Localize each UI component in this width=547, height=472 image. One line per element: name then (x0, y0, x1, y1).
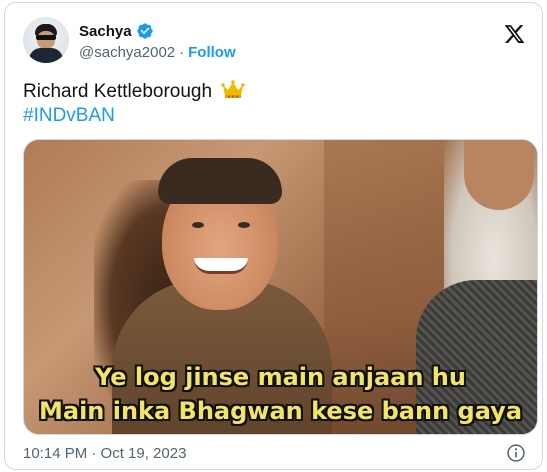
old-man-face (464, 140, 534, 210)
tweet-header: Sachya @sachya2002 · Follow (23, 17, 526, 65)
hashtag-line: #INDvBAN (23, 104, 245, 128)
figure-smile (194, 258, 248, 274)
tweet-text-line: Richard Kettleborough (23, 79, 246, 104)
name-row: Sachya (79, 21, 236, 41)
tweet-card[interactable]: Sachya @sachya2002 · Follow Richard Kett… (4, 2, 543, 470)
handle-row: @sachya2002 · Follow (79, 42, 236, 62)
avatar-body (29, 48, 63, 63)
tweet-text: Richard Kettleborough #INDvBAN (23, 79, 246, 128)
info-icon[interactable] (506, 443, 526, 463)
avatar-sunglasses (36, 35, 56, 40)
x-logo-icon[interactable] (503, 23, 526, 45)
meme-caption-line1: Ye log jinse main anjaan hu (95, 363, 466, 391)
figure-eye-left (192, 222, 204, 228)
hashtag-link[interactable]: #INDvBAN (23, 105, 115, 126)
tweet-text-content: Richard Kettleborough (23, 81, 213, 102)
tweet-media-image[interactable]: Ye log jinse main anjaan hu Main inka Bh… (23, 139, 538, 435)
tweet-timestamp[interactable]: 10:14 PM · Oct 19, 2023 (23, 445, 186, 462)
avatar-face (37, 31, 55, 49)
author-display-name[interactable]: Sachya (79, 23, 132, 40)
figure-hair (158, 158, 282, 204)
author-info: Sachya @sachya2002 · Follow (79, 21, 236, 62)
crown-emoji-icon (221, 80, 246, 98)
figure-eye-right (238, 222, 250, 228)
follow-button[interactable]: Follow (188, 44, 236, 61)
author-handle[interactable]: @sachya2002 (79, 44, 175, 61)
meme-caption-line2: Main inka Bhagwan kese bann gaya (38, 397, 523, 425)
separator-dot: · (179, 43, 185, 61)
verified-badge-icon (136, 23, 153, 39)
author-avatar[interactable] (23, 17, 69, 63)
